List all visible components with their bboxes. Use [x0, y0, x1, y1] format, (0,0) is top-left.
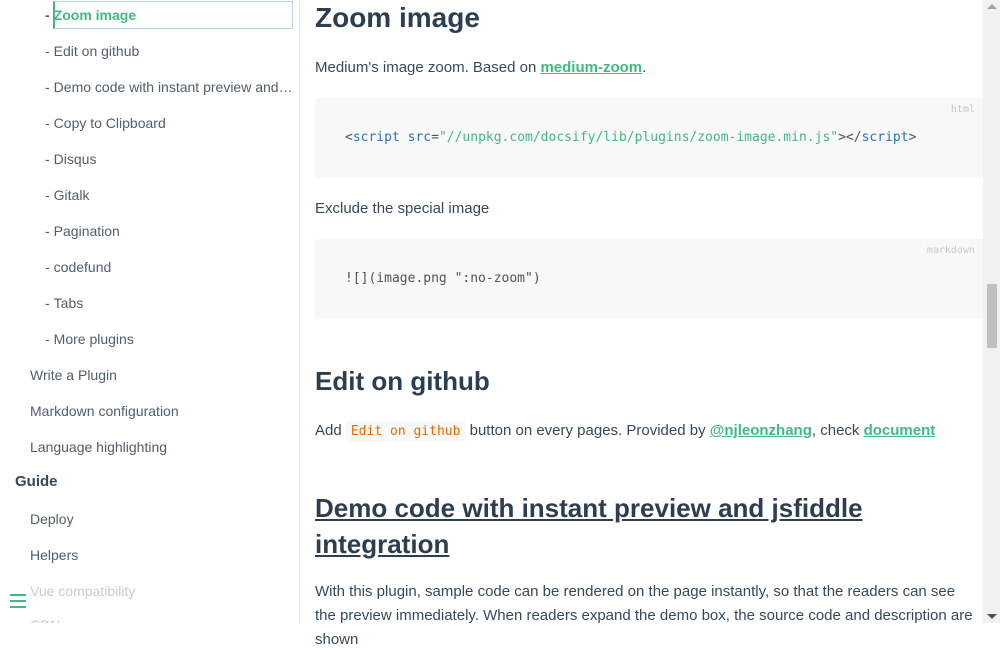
- sidebar-item-vue-compatibility[interactable]: Vue compatibility: [30, 581, 135, 601]
- scroll-down-arrow-icon[interactable]: [987, 614, 997, 619]
- sidebar-item-codefund[interactable]: - codefund: [45, 257, 290, 277]
- code-lang-label: html: [950, 104, 975, 115]
- sidebar-item-helpers[interactable]: Helpers: [30, 545, 78, 565]
- sidebar-item-zoom-image[interactable]: - Zoom image: [45, 5, 285, 25]
- sidebar-item-gitalk[interactable]: - Gitalk: [45, 185, 290, 205]
- exclude-text: Exclude the special image: [315, 200, 490, 217]
- sidebar-item-markdown-configuration[interactable]: Markdown configuration: [30, 401, 179, 421]
- demo-description: With this plugin, sample code can be ren…: [315, 583, 973, 648]
- main-content: Zoom image Medium's image zoom. Based on…: [315, 0, 983, 648]
- sidebar-item-write-a-plugin[interactable]: Write a Plugin: [30, 365, 117, 385]
- njleonzhang-link[interactable]: @njleonzhang: [710, 422, 812, 439]
- document-link[interactable]: document: [864, 422, 936, 439]
- sidebar-item-pagination[interactable]: - Pagination: [45, 221, 290, 241]
- heading-demo-code[interactable]: Demo code with instant preview and jsfid…: [315, 490, 935, 562]
- inline-code: Edit on github: [345, 421, 466, 442]
- code-block-markdown: markdown ![](image.png ":no-zoom"): [315, 239, 983, 319]
- sidebar-item-demo-code[interactable]: - Demo code with instant preview and js…: [45, 77, 293, 97]
- scroll-up-arrow-icon[interactable]: [987, 4, 997, 9]
- menu-toggle-icon[interactable]: [10, 594, 26, 610]
- sidebar-section-guide[interactable]: Guide: [15, 473, 58, 490]
- code-line: <script src="//unpkg.com/docsify/lib/plu…: [345, 130, 917, 145]
- sidebar-item-disqus[interactable]: - Disqus: [45, 149, 290, 169]
- edit-description: Add Edit on github button on every pages…: [315, 419, 935, 444]
- page-scrollbar[interactable]: [983, 0, 1000, 623]
- sidebar: - Zoom image - Edit on github - Demo code w…: [0, 0, 300, 623]
- sidebar-item-more-plugins[interactable]: - More plugins: [45, 329, 290, 349]
- sidebar-item-deploy[interactable]: Deploy: [30, 509, 74, 529]
- heading-edit-on-github[interactable]: Edit on github: [315, 366, 490, 397]
- scrollbar-thumb[interactable]: [987, 284, 997, 348]
- sidebar-item-language-highlighting[interactable]: Language highlighting: [30, 437, 167, 457]
- heading-zoom-image[interactable]: Zoom image: [315, 2, 480, 34]
- sidebar-item-tabs[interactable]: - Tabs: [45, 293, 290, 313]
- sidebar-item-edit-on-github[interactable]: - Edit on github: [45, 41, 290, 61]
- zoom-description: Medium's image zoom. Based on medium-zoo…: [315, 59, 647, 76]
- sidebar-item-cdn[interactable]: CDN: [30, 615, 60, 623]
- sidebar-item-copy-to-clipboard[interactable]: - Copy to Clipboard: [45, 113, 290, 133]
- code-block-html: html <script src="//unpkg.com/docsify/li…: [315, 98, 983, 178]
- code-lang-label: markdown: [926, 245, 975, 256]
- code-line: ![](image.png ":no-zoom"): [345, 271, 541, 286]
- medium-zoom-link[interactable]: medium-zoom: [540, 59, 642, 76]
